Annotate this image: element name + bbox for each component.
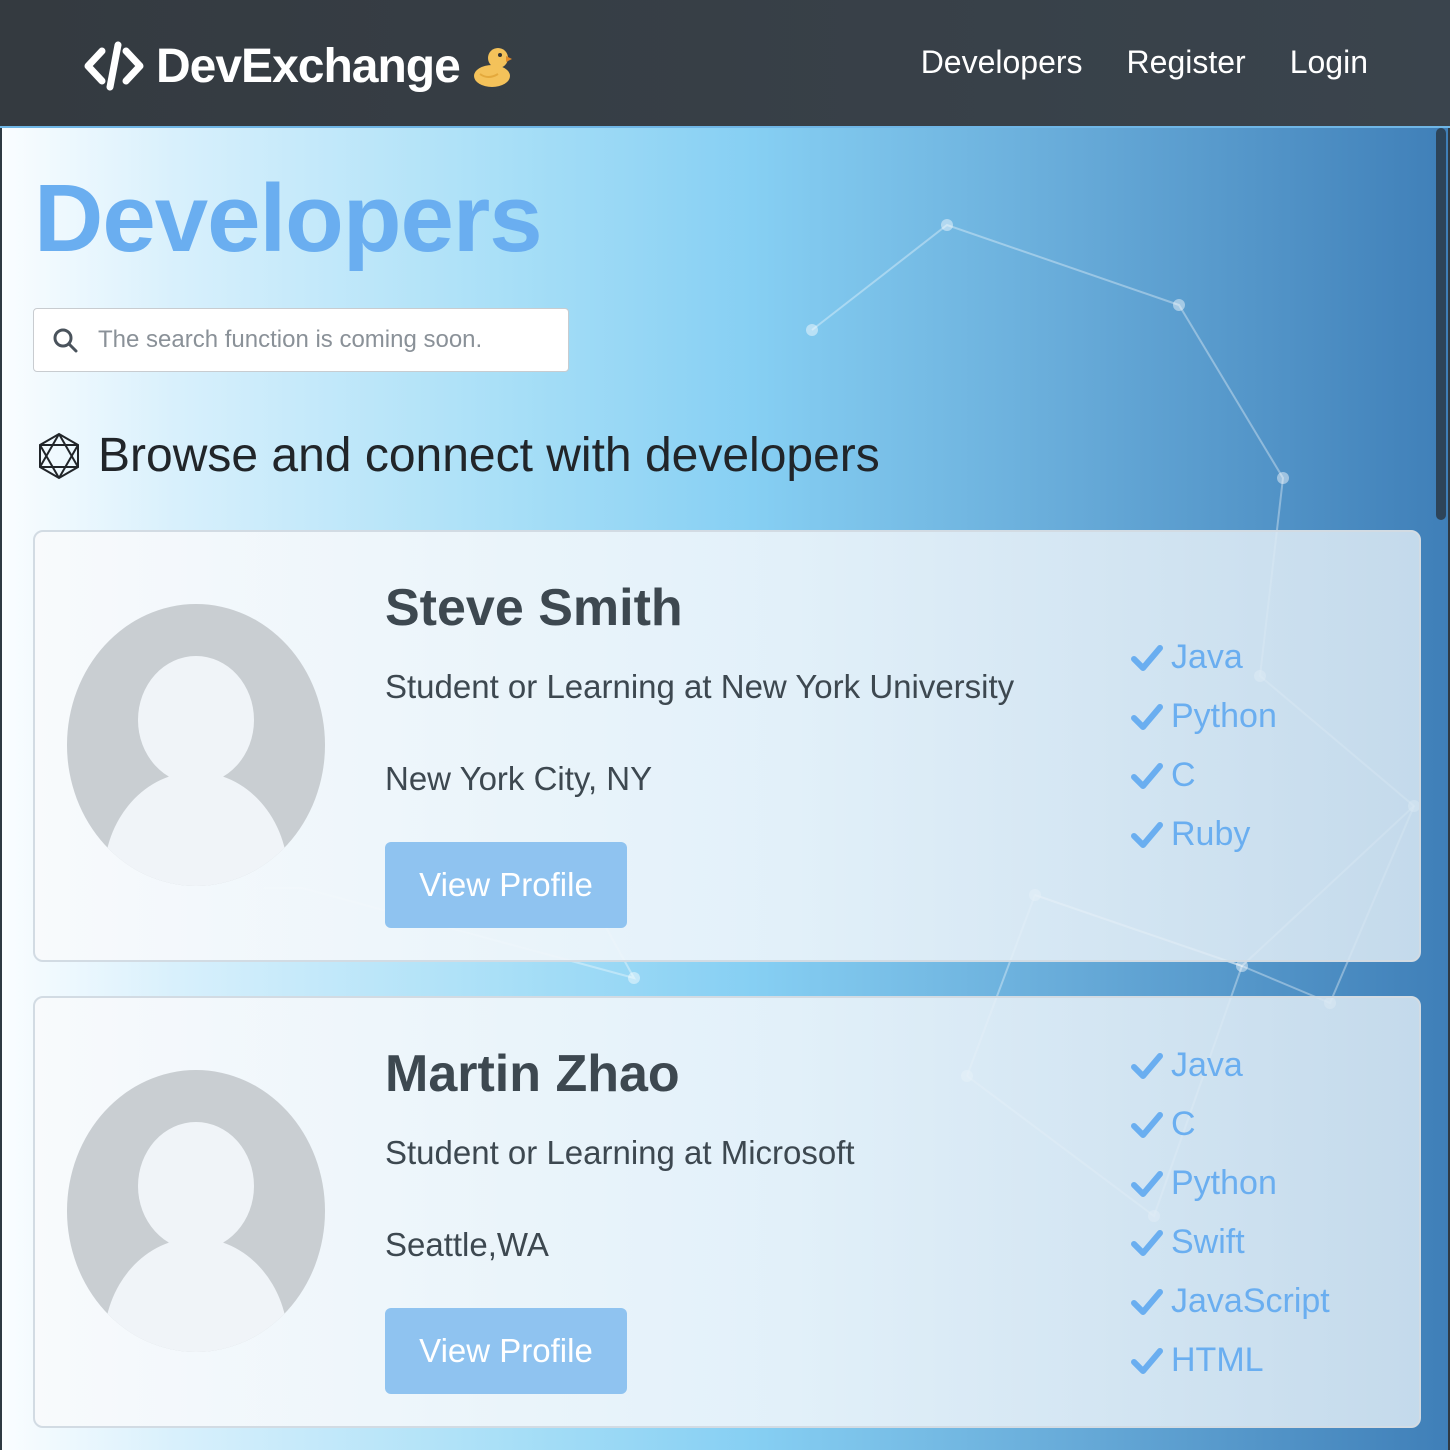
skill-item: HTML — [1131, 1331, 1330, 1390]
default-avatar-icon — [67, 1070, 325, 1352]
skill-item: Java — [1131, 628, 1277, 687]
developer-location: Seattle,WA — [385, 1226, 549, 1263]
hexagon-network-icon — [39, 432, 79, 479]
brand-name: DevExchange — [156, 39, 461, 93]
check-icon — [1131, 821, 1163, 848]
skill-label: Java — [1171, 638, 1243, 676]
skill-item: Python — [1131, 687, 1277, 746]
check-icon — [1131, 1229, 1163, 1256]
search-input[interactable] — [96, 325, 540, 355]
default-avatar-icon — [67, 604, 325, 886]
developer-location: New York City, NY — [385, 760, 653, 797]
skill-label: JavaScript — [1171, 1282, 1330, 1320]
navbar: DevExchange Developers Register Login — [0, 0, 1450, 128]
developer-status: Student or Learning at Microsoft — [385, 1134, 855, 1171]
nav-links: Developers Register Login — [921, 44, 1368, 81]
skill-label: Swift — [1171, 1223, 1245, 1261]
check-icon — [1131, 1111, 1163, 1138]
developer-name: Steve Smith — [385, 579, 683, 637]
brand-link[interactable]: DevExchange — [84, 36, 512, 96]
skill-item: JavaScript — [1131, 1272, 1330, 1331]
check-icon — [1131, 644, 1163, 671]
code-icon — [84, 41, 144, 91]
developer-status: Student or Learning at New York Universi… — [385, 668, 1015, 705]
developer-card: Martin Zhao Student or Learning at Micro… — [33, 996, 1421, 1428]
skill-item: Python — [1131, 1154, 1330, 1213]
skill-label: Ruby — [1171, 815, 1251, 853]
skill-label: Python — [1171, 697, 1277, 735]
scrollbar-thumb[interactable] — [1436, 128, 1446, 520]
developer-card: Steve Smith Student or Learning at New Y… — [33, 530, 1421, 962]
skills-list: Java C Python Swift JavaScript HTML — [1131, 1036, 1330, 1390]
view-profile-button[interactable]: View Profile — [385, 1308, 627, 1394]
check-icon — [1131, 762, 1163, 789]
search-icon — [53, 328, 78, 353]
skill-item: C — [1131, 1095, 1330, 1154]
skill-label: HTML — [1171, 1341, 1264, 1379]
check-icon — [1131, 1052, 1163, 1079]
check-icon — [1131, 1288, 1163, 1315]
skill-label: Java — [1171, 1046, 1243, 1084]
nav-register-link[interactable]: Register — [1127, 44, 1246, 81]
nav-developers-link[interactable]: Developers — [921, 44, 1083, 81]
check-icon — [1131, 1170, 1163, 1197]
page-title: Developers — [34, 165, 543, 272]
check-icon — [1131, 1347, 1163, 1374]
skill-item: Java — [1131, 1036, 1330, 1095]
skills-list: Java Python C Ruby — [1131, 628, 1277, 864]
duck-icon — [473, 48, 512, 87]
check-icon — [1131, 703, 1163, 730]
developer-name: Martin Zhao — [385, 1045, 680, 1103]
view-profile-button[interactable]: View Profile — [385, 842, 627, 928]
skill-item: C — [1131, 746, 1277, 805]
skill-label: C — [1171, 1105, 1196, 1143]
section-subtitle: Browse and connect with developers — [34, 428, 880, 483]
skill-item: Ruby — [1131, 805, 1277, 864]
search-box — [33, 308, 569, 372]
skill-label: C — [1171, 756, 1196, 794]
main-content: Developers Browse and connect with devel… — [2, 128, 1448, 1450]
skill-item: Swift — [1131, 1213, 1330, 1272]
subtitle-text: Browse and connect with developers — [98, 429, 880, 482]
nav-login-link[interactable]: Login — [1290, 44, 1368, 81]
skill-label: Python — [1171, 1164, 1277, 1202]
